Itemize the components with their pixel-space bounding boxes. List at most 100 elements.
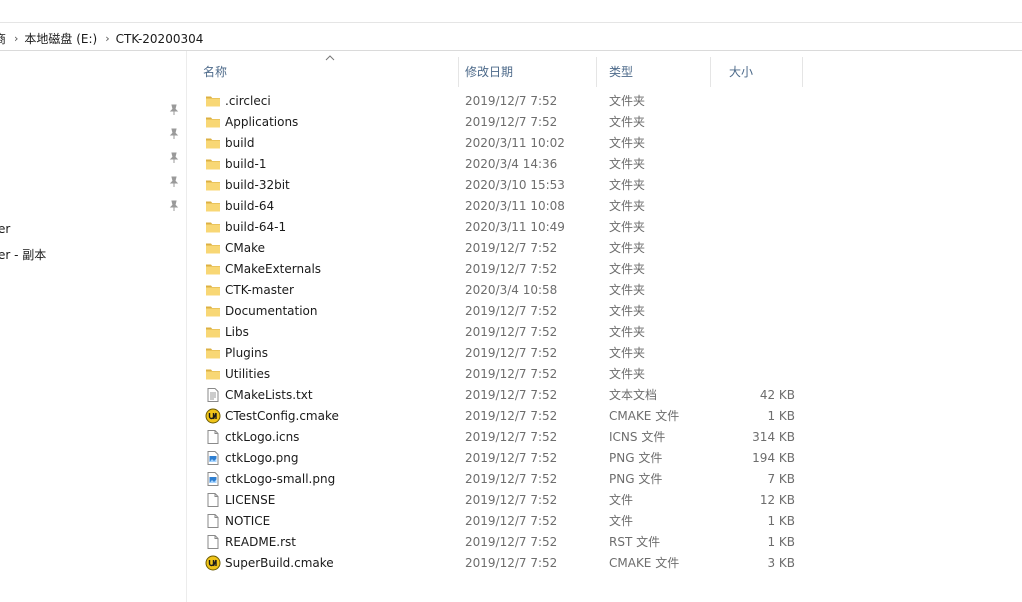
breadcrumb-item-drive[interactable]: 本地磁盘 (E:): [20, 30, 103, 47]
file-row[interactable]: LICENSE 2019/12/7 7:52 文件 12 KB: [191, 490, 811, 511]
image-file-icon: [205, 450, 221, 466]
breadcrumb-item-parent[interactable]: 商: [0, 30, 12, 47]
file-type: 文件夹: [609, 367, 646, 381]
file-name: Applications: [225, 115, 299, 129]
file-name: Plugins: [225, 346, 268, 360]
file-row[interactable]: CMake 2019/12/7 7:52 文件夹: [191, 238, 811, 259]
file-type: RST 文件: [609, 535, 661, 549]
file-row[interactable]: CTK-master 2020/3/4 10:58 文件夹: [191, 280, 811, 301]
file-type: 文本文档: [609, 388, 658, 402]
file-row[interactable]: build-64 2020/3/11 10:08 文件夹: [191, 196, 811, 217]
column-header-type[interactable]: 类型: [597, 57, 711, 87]
file-type: 文件夹: [609, 115, 646, 129]
file-name: Libs: [225, 325, 249, 339]
file-name: SuperBuild.cmake: [225, 556, 334, 570]
file-row[interactable]: build-64-1 2020/3/11 10:49 文件夹: [191, 217, 811, 238]
folder-icon: [205, 135, 221, 151]
column-header-name[interactable]: 名称: [191, 57, 459, 87]
file-row[interactable]: build 2020/3/11 10:02 文件夹: [191, 133, 811, 154]
file-date: 2019/12/7 7:52: [465, 241, 558, 255]
pin-icon[interactable]: [169, 200, 179, 212]
file-row[interactable]: ctkLogo.png 2019/12/7 7:52 PNG 文件 194 KB: [191, 448, 811, 469]
pin-icon[interactable]: [169, 104, 179, 116]
file-type: CMAKE 文件: [609, 409, 680, 423]
file-type: 文件夹: [609, 346, 646, 360]
file-name: build: [225, 136, 255, 150]
file-row[interactable]: build-1 2020/3/4 14:36 文件夹: [191, 154, 811, 175]
file-date: 2019/12/7 7:52: [465, 493, 558, 507]
nav-item-label[interactable]: er - 副本: [0, 246, 46, 263]
file-row[interactable]: README.rst 2019/12/7 7:52 RST 文件 1 KB: [191, 532, 811, 553]
file-row[interactable]: CTestConfig.cmake 2019/12/7 7:52 CMAKE 文…: [191, 406, 811, 427]
file-date: 2019/12/7 7:52: [465, 472, 558, 486]
file-type: 文件夹: [609, 136, 646, 150]
file-type: PNG 文件: [609, 472, 663, 486]
file-name: CTK-master: [225, 283, 294, 297]
file-name: ctkLogo.icns: [225, 430, 300, 444]
file-name: build-64: [225, 199, 275, 213]
file-row[interactable]: Applications 2019/12/7 7:52 文件夹: [191, 112, 811, 133]
file-date: 2019/12/7 7:52: [465, 94, 558, 108]
breadcrumb-chevron-icon[interactable]: ›: [12, 32, 20, 45]
file-size: 1 KB: [767, 514, 795, 528]
file-name: build-1: [225, 157, 267, 171]
file-date: 2019/12/7 7:52: [465, 115, 558, 129]
folder-icon: [205, 198, 221, 214]
folder-icon: [205, 324, 221, 340]
column-header-size[interactable]: 大小: [717, 57, 803, 87]
nav-item-label[interactable]: er: [0, 222, 10, 236]
file-row[interactable]: NOTICE 2019/12/7 7:52 文件 1 KB: [191, 511, 811, 532]
file-row[interactable]: Plugins 2019/12/7 7:52 文件夹: [191, 343, 811, 364]
column-header-row: 名称 修改日期 类型 大小: [191, 55, 803, 87]
breadcrumb-chevron-icon[interactable]: ›: [103, 32, 111, 45]
file-row[interactable]: ctkLogo-small.png 2019/12/7 7:52 PNG 文件 …: [191, 469, 811, 490]
file-row[interactable]: CMakeExternals 2019/12/7 7:52 文件夹: [191, 259, 811, 280]
file-type: 文件: [609, 493, 634, 507]
column-header-date[interactable]: 修改日期: [453, 57, 597, 87]
file-date: 2019/12/7 7:52: [465, 514, 558, 528]
pin-icon[interactable]: [169, 176, 179, 188]
file-row[interactable]: Documentation 2019/12/7 7:52 文件夹: [191, 301, 811, 322]
file-name: ctkLogo-small.png: [225, 472, 336, 486]
file-row[interactable]: Utilities 2019/12/7 7:52 文件夹: [191, 364, 811, 385]
file-size: 7 KB: [767, 472, 795, 486]
cmake-file-icon: [205, 555, 221, 571]
file-row[interactable]: SuperBuild.cmake 2019/12/7 7:52 CMAKE 文件…: [191, 553, 811, 574]
file-date: 2019/12/7 7:52: [465, 535, 558, 549]
folder-icon: [205, 93, 221, 109]
address-bar[interactable]: 商 › 本地磁盘 (E:) › CTK-20200304: [0, 27, 1022, 51]
file-size: 12 KB: [759, 493, 795, 507]
file-size: 1 KB: [767, 409, 795, 423]
file-row[interactable]: CMakeLists.txt 2019/12/7 7:52 文本文档 42 KB: [191, 385, 811, 406]
file-type: 文件夹: [609, 199, 646, 213]
file-type: 文件夹: [609, 283, 646, 297]
file-date: 2019/12/7 7:52: [465, 388, 558, 402]
file-name: README.rst: [225, 535, 297, 549]
file-type: 文件夹: [609, 325, 646, 339]
file-date: 2020/3/11 10:08: [465, 199, 565, 213]
folder-icon: [205, 261, 221, 277]
file-row[interactable]: ctkLogo.icns 2019/12/7 7:52 ICNS 文件 314 …: [191, 427, 811, 448]
file-size: 42 KB: [759, 388, 795, 402]
file-date: 2020/3/4 10:58: [465, 283, 558, 297]
pin-icon[interactable]: [169, 128, 179, 140]
cmake-file-icon: [205, 408, 221, 424]
blank-file-icon: [205, 513, 221, 529]
breadcrumb-item-current[interactable]: CTK-20200304: [112, 32, 210, 46]
blank-file-icon: [205, 429, 221, 445]
file-date: 2019/12/7 7:52: [465, 346, 558, 360]
file-list: .circleci 2019/12/7 7:52 文件夹 Application…: [191, 91, 811, 574]
file-name: LICENSE: [225, 493, 276, 507]
file-type: 文件夹: [609, 220, 646, 234]
file-name: CMake: [225, 241, 265, 255]
file-type: ICNS 文件: [609, 430, 666, 444]
pin-icon[interactable]: [169, 152, 179, 164]
file-row[interactable]: .circleci 2019/12/7 7:52 文件夹: [191, 91, 811, 112]
file-date: 2019/12/7 7:52: [465, 451, 558, 465]
file-type: 文件: [609, 514, 634, 528]
file-row[interactable]: Libs 2019/12/7 7:52 文件夹: [191, 322, 811, 343]
blank-file-icon: [205, 492, 221, 508]
file-name: ctkLogo.png: [225, 451, 299, 465]
file-row[interactable]: build-32bit 2020/3/10 15:53 文件夹: [191, 175, 811, 196]
file-type: CMAKE 文件: [609, 556, 680, 570]
